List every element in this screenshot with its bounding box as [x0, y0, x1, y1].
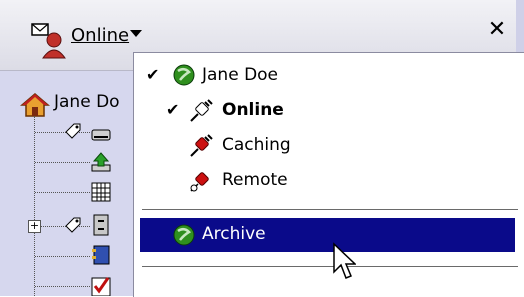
menu-item-label: Jane Doe	[202, 65, 279, 85]
menu-item-remote[interactable]: Remote	[140, 164, 520, 198]
home-icon[interactable]	[20, 92, 50, 118]
menu-item-caching[interactable]: Caching	[140, 129, 520, 163]
cabinet-icon[interactable]	[90, 214, 112, 236]
status-dropdown-label[interactable]: Online	[71, 25, 129, 46]
menu-item-label: Online	[222, 100, 284, 120]
plug-icon	[190, 134, 213, 157]
address-book-icon[interactable]	[90, 244, 112, 266]
drive-icon[interactable]	[90, 122, 112, 144]
tree-connector	[35, 286, 90, 287]
menu-separator	[142, 209, 518, 211]
menu-item-archive[interactable]: Archive	[140, 218, 515, 252]
menu-item-label: Remote	[222, 170, 288, 190]
mouse-pointer-icon	[333, 242, 356, 279]
chevron-down-icon[interactable]	[130, 30, 142, 37]
tree-connector	[34, 116, 35, 296]
menu-item-online[interactable]: ✔ Online	[140, 94, 520, 128]
close-button[interactable]: ✕	[486, 18, 508, 42]
tree-connector	[35, 256, 90, 257]
menu-separator	[142, 266, 518, 268]
groupwise-globe-icon	[173, 224, 195, 246]
tree-expander[interactable]: +	[28, 220, 41, 233]
menu-item-label: Archive	[202, 224, 266, 244]
plug-icon	[190, 172, 209, 192]
tree-connector	[35, 162, 90, 163]
upload-icon[interactable]	[90, 151, 112, 173]
menu-item-label: Caching	[222, 135, 291, 155]
checkmark-icon: ✔	[166, 100, 180, 119]
shared-tag-icon	[65, 217, 81, 233]
groupwise-globe-icon	[173, 64, 195, 86]
calendar-icon[interactable]	[90, 181, 112, 203]
tree-connector	[35, 192, 90, 193]
tree-root-label[interactable]: Jane Do	[54, 92, 120, 112]
shared-tag-icon	[65, 123, 81, 139]
plug-icon	[190, 99, 213, 122]
tasks-icon[interactable]	[90, 274, 112, 296]
status-menu: ✔ Jane Doe ✔ Online Caching Remote Archi…	[133, 52, 524, 297]
menu-item-jane-doe[interactable]: ✔ Jane Doe	[140, 59, 520, 93]
checkmark-icon: ✔	[146, 65, 160, 84]
user-status-icon[interactable]	[30, 18, 70, 62]
